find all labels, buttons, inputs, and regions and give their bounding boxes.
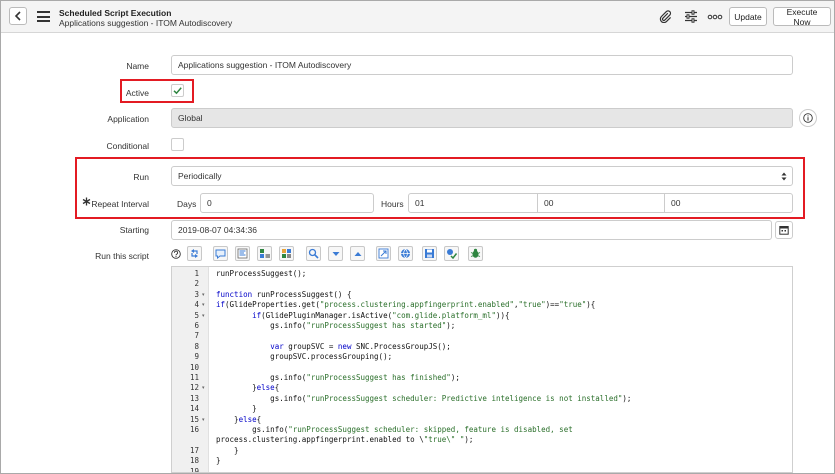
- script-tree-icon: [282, 249, 291, 258]
- line-number: 13: [189, 393, 199, 403]
- find-next-button[interactable]: [328, 246, 343, 261]
- fold-arrow-icon[interactable]: ▾: [202, 313, 205, 319]
- search-icon: [308, 248, 319, 259]
- line-number: 11: [189, 373, 199, 382]
- calendar-button[interactable]: [775, 221, 793, 239]
- code-line: }: [216, 445, 239, 455]
- code-line: var groupSVC = new SNC.ProcessGroupJS();: [270, 341, 451, 351]
- comment-button[interactable]: [213, 246, 228, 261]
- conditional-label: Conditional: [106, 141, 149, 151]
- script-include-icon: [259, 249, 270, 258]
- code-line: }else{: [216, 383, 280, 393]
- comment-icon: [215, 249, 226, 259]
- globe-icon: [401, 248, 410, 259]
- line-number: 10: [189, 362, 199, 372]
- debug-button[interactable]: [468, 246, 483, 261]
- help-icon[interactable]: [171, 249, 181, 259]
- code-line: }: [216, 456, 221, 466]
- expand-icon: [378, 248, 389, 259]
- code-line: process.clustering.appfingerprint.enable…: [216, 435, 474, 445]
- script-editor[interactable]: 1 runProcessSuggest(); 2 3 ▾ function runProc…: [171, 266, 793, 473]
- code-line: gs.info("runProcessSuggest has finished"…: [216, 373, 460, 382]
- code-line: gs.info("runProcessSuggest has started")…: [216, 321, 456, 330]
- name-label: Name: [126, 61, 149, 71]
- line-number: 7: [194, 331, 199, 341]
- fold-arrow-icon[interactable]: ▾: [202, 385, 205, 391]
- calendar-icon: [779, 226, 789, 235]
- code-line: gs.info("runProcessSuggest scheduler: Pr…: [216, 393, 632, 403]
- line-number: 3: [194, 289, 199, 299]
- syntax-toggle-icon: [191, 249, 198, 258]
- line-number: 1: [194, 269, 199, 278]
- insert-script-button[interactable]: [257, 246, 272, 261]
- line-number: 16: [189, 425, 199, 434]
- line-number: 6: [194, 321, 199, 330]
- active-highlight-box: [120, 79, 194, 103]
- update-button[interactable]: Update: [729, 7, 767, 26]
- info-button[interactable]: [799, 109, 817, 127]
- application-label: Application: [107, 114, 149, 124]
- starting-field[interactable]: 2019-08-07 04:34:36: [171, 220, 772, 240]
- save-button[interactable]: [422, 246, 437, 261]
- chevron-up-icon: [354, 251, 361, 256]
- line-number: 2: [194, 279, 199, 289]
- script-tree-button[interactable]: [279, 246, 294, 261]
- code-line: }: [216, 404, 257, 414]
- run-script-label: Run this script: [95, 251, 149, 261]
- conditional-checkbox[interactable]: [171, 138, 184, 151]
- syntax-check-icon: [447, 249, 457, 259]
- name-field[interactable]: Applications suggestion - ITOM Autodisco…: [171, 55, 793, 75]
- code-line: runProcessSuggest();: [216, 269, 307, 278]
- form-header: Scheduled Script Execution Applications …: [1, 1, 834, 33]
- sliders-icon[interactable]: [683, 9, 698, 24]
- find-previous-button[interactable]: [350, 246, 365, 261]
- line-number: 17: [189, 445, 199, 455]
- fold-arrow-icon[interactable]: ▾: [202, 292, 205, 298]
- line-number: 4: [194, 300, 199, 310]
- code-line: gs.info("runProcessSuggest scheduler: sk…: [216, 425, 573, 434]
- execute-now-button[interactable]: Execute Now: [773, 7, 831, 27]
- hamburger-icon[interactable]: [37, 11, 50, 22]
- code-line: if(GlideProperties.get("process.clusteri…: [216, 300, 596, 310]
- code-line: function runProcessSuggest() {: [216, 289, 352, 299]
- application-field: Global: [171, 108, 793, 128]
- line-number: 5: [194, 310, 199, 320]
- code-line: if(GlidePluginManager.isActive("com.glid…: [252, 310, 510, 320]
- fullscreen-button[interactable]: [376, 246, 391, 261]
- line-number: 18: [189, 456, 199, 466]
- bug-icon: [470, 248, 481, 258]
- fold-arrow-icon[interactable]: ▾: [202, 417, 205, 423]
- starting-label: Starting: [119, 225, 149, 235]
- fold-arrow-icon[interactable]: ▾: [202, 302, 205, 308]
- save-icon: [425, 249, 434, 258]
- back-icon: [14, 11, 21, 21]
- form-subtitle: Applications suggestion - ITOM Autodisco…: [59, 18, 233, 28]
- line-number: 14: [189, 404, 199, 414]
- format-code-button[interactable]: [235, 246, 250, 261]
- back-button[interactable]: [9, 7, 27, 25]
- form-title: Scheduled Script Execution: [59, 8, 172, 18]
- schedule-highlight-box: [75, 157, 805, 219]
- code-line: }else{: [216, 414, 262, 424]
- paperclip-icon[interactable]: [658, 9, 673, 24]
- syntax-check-button[interactable]: [444, 246, 459, 261]
- chevron-down-icon: [332, 251, 339, 256]
- line-number: 8: [194, 341, 199, 351]
- info-icon: [803, 113, 813, 123]
- search-button[interactable]: [306, 246, 321, 261]
- app-window: Scheduled Script Execution Applications …: [0, 0, 835, 474]
- line-number: 19: [189, 466, 199, 473]
- line-number: 9: [194, 352, 199, 362]
- toggle-syntax-button[interactable]: [187, 246, 202, 261]
- code-line: groupSVC.processGrouping();: [216, 352, 393, 362]
- line-number: 12: [189, 383, 199, 393]
- format-icon: [237, 248, 248, 259]
- line-number: 15: [189, 414, 199, 424]
- script-debugger-button[interactable]: [398, 246, 413, 261]
- more-icon[interactable]: [706, 9, 724, 24]
